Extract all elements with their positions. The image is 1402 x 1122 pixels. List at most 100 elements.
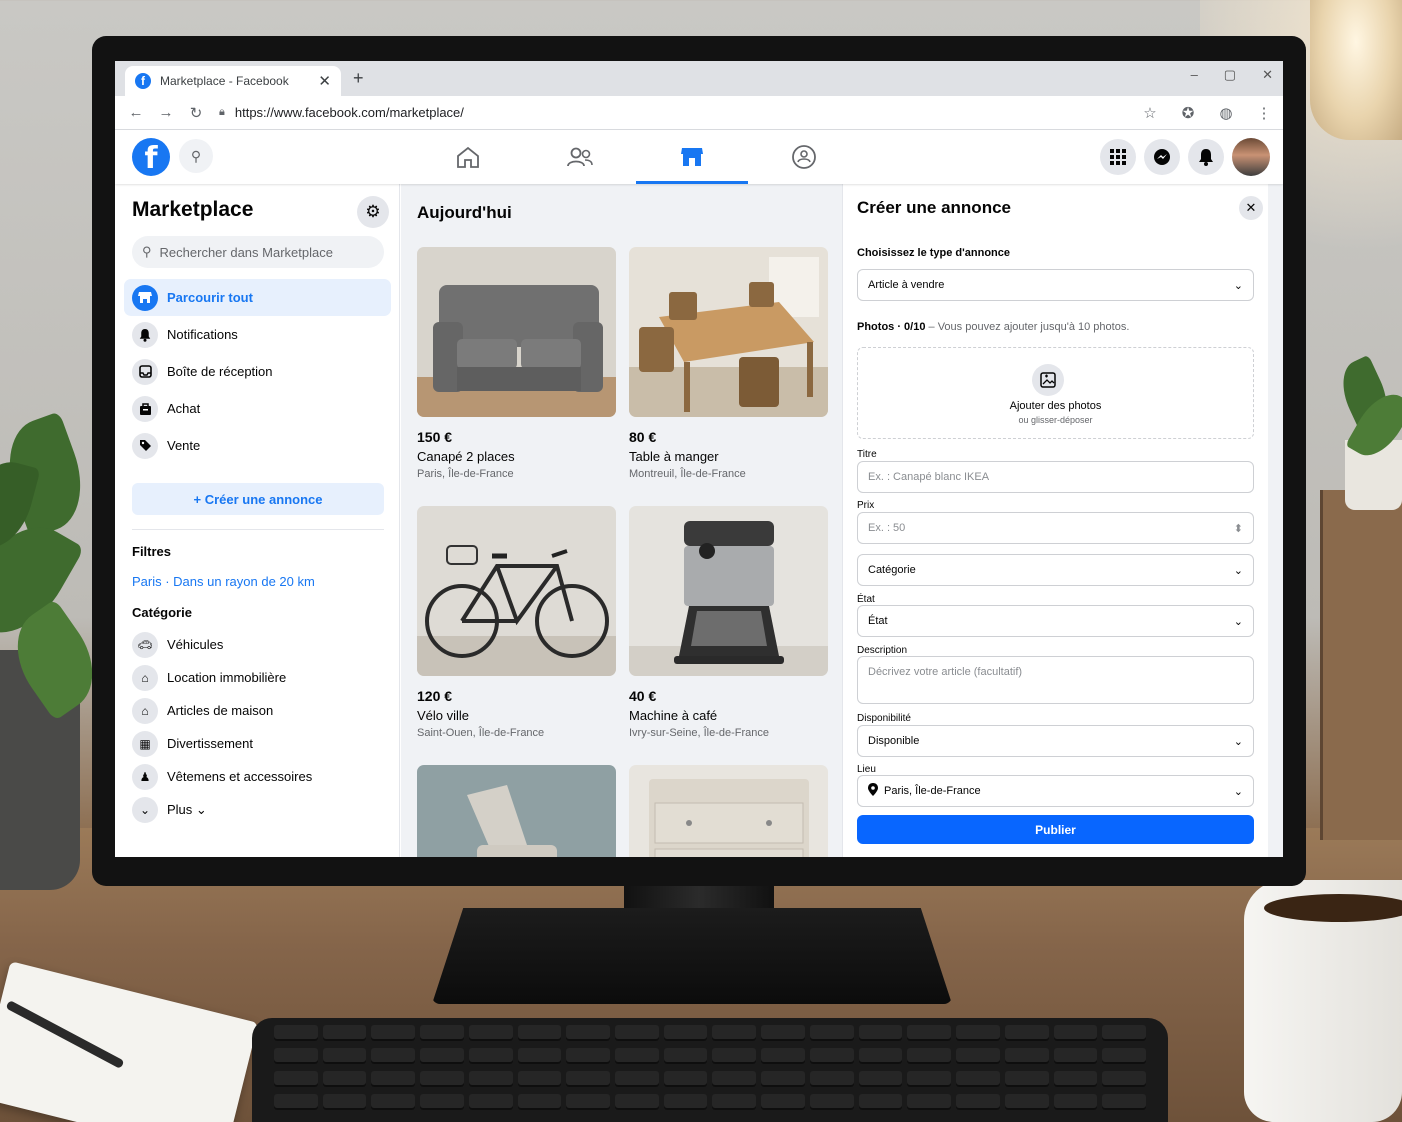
gear-icon[interactable]: ⚙ (357, 196, 389, 228)
listing-type-select[interactable]: Article à vendre ⌄ (857, 269, 1254, 301)
price-input[interactable]: Ex. : 50 ⬍ (857, 512, 1254, 544)
marketplace-sidebar: Marketplace ⚙ ⚲ Rechercher dans Marketpl… (115, 184, 400, 857)
new-tab-button[interactable]: + (353, 68, 364, 89)
listing-card[interactable]: 40 € Machine à café Ivry-sur-Seine, Île-… (629, 506, 828, 739)
friends-icon[interactable] (524, 130, 636, 184)
chair-image (417, 765, 616, 857)
listing-location: Paris, Île-de-France (417, 468, 514, 480)
category-heading: Catégorie (132, 605, 192, 620)
listing-price: 150 € (417, 429, 453, 445)
publish-button[interactable]: Publier (857, 815, 1254, 844)
listing-location: Saint-Ouen, Île-de-France (417, 727, 545, 739)
tab-close-icon[interactable]: ✕ (318, 72, 331, 90)
sidebar-item-browse-all[interactable]: Parcourir tout (124, 279, 391, 316)
bell-icon[interactable] (1188, 139, 1224, 175)
marketplace-search-input[interactable]: ⚲ Rechercher dans Marketplace (132, 236, 384, 268)
bookmark-star-icon[interactable]: ☆ (1131, 104, 1169, 122)
listing-card[interactable]: 150 € Canapé 2 places Paris, Île-de-Fran… (417, 247, 616, 480)
dropzone-subtitle: ou glisser-déposer (1018, 415, 1093, 425)
category-item-vehicles[interactable]: 🚗︎ Véhicules (132, 628, 384, 661)
chevron-down-icon: ⌄ (1233, 564, 1243, 577)
url-field[interactable]: 🔒︎ https://www.facebook.com/marketplace/ (219, 105, 1131, 120)
extensions-icon[interactable]: ✪ (1169, 104, 1207, 122)
create-listing-button[interactable]: + Créer une annonce (132, 483, 384, 515)
state-select[interactable]: État ⌄ (857, 605, 1254, 637)
inbox-icon (132, 358, 158, 385)
listing-card[interactable] (629, 765, 828, 857)
select-value: État (868, 615, 888, 627)
category-item-more[interactable]: ⌄ Plus ⌄ (132, 793, 384, 826)
back-arrow-icon[interactable]: ← (121, 104, 151, 121)
tab-strip: f Marketplace - Facebook ✕ + – ▢ ✕ (115, 61, 1283, 96)
profile-icon[interactable]: ◍ (1207, 104, 1245, 122)
category-item-clothing[interactable]: ♟ Vêtemens et accessoires (132, 760, 384, 793)
photo-dropzone[interactable]: Ajouter des photos ou glisser-déposer (857, 347, 1254, 439)
listing-title: Canapé 2 places (417, 449, 515, 464)
coffee-machine-image (629, 506, 828, 676)
dining-table-image (629, 247, 828, 417)
category-label: Location immobilière (167, 670, 287, 685)
lock-icon: 🔒︎ (219, 106, 225, 118)
facebook-favicon-icon: f (135, 73, 151, 89)
groups-icon[interactable] (748, 130, 860, 184)
listing-card[interactable]: 120 € Vélo ville Saint-Ouen, Île-de-Fran… (417, 506, 616, 739)
facebook-logo[interactable]: f (132, 138, 170, 176)
sidebar-title: Marketplace (132, 198, 254, 221)
maximize-icon[interactable]: ▢ (1224, 67, 1236, 83)
home-icon[interactable] (412, 130, 524, 184)
location-filter-link[interactable]: Paris · Dans un rayon de 20 km (132, 574, 315, 589)
state-label: État (857, 594, 875, 605)
house-icon: ⌂ (132, 664, 158, 691)
chevron-down-icon: ⌄ (1233, 615, 1243, 628)
category-select[interactable]: Catégorie ⌄ (857, 554, 1254, 586)
title-input[interactable]: Ex. : Canapé blanc IKEA (857, 461, 1254, 493)
sidebar-item-notifications[interactable]: Notifications (124, 316, 391, 353)
listing-title: Vélo ville (417, 708, 470, 723)
forward-arrow-icon[interactable]: → (151, 104, 181, 121)
availability-label: Disponibilité (857, 713, 911, 724)
dresser-image (629, 765, 828, 857)
stepper-icon: ⬍ (1233, 522, 1243, 535)
pin-icon (868, 783, 878, 799)
scrollbar[interactable] (1268, 184, 1283, 857)
url-text: https://www.facebook.com/marketplace/ (234, 105, 464, 120)
listing-card[interactable] (417, 765, 616, 857)
address-bar: ← → ↻ 🔒︎ https://www.facebook.com/market… (115, 96, 1283, 130)
feed-heading: Aujourd'hui (417, 203, 512, 222)
messenger-icon[interactable] (1144, 139, 1180, 175)
search-icon[interactable]: ⚲ (179, 139, 213, 173)
window-close-icon[interactable]: ✕ (1262, 67, 1273, 83)
close-icon[interactable]: ✕ (1239, 196, 1263, 220)
sidebar-item-label: Parcourir tout (167, 290, 253, 305)
marketplace-icon[interactable] (636, 130, 748, 184)
avatar[interactable] (1232, 138, 1270, 176)
browser-menu-icon[interactable]: ⋮ (1245, 104, 1283, 122)
gamepad-icon: ▦ (132, 730, 158, 757)
sidebar-item-buying[interactable]: Achat (124, 390, 391, 427)
category-item-home-goods[interactable]: ⌂ Articles de maison (132, 694, 384, 727)
plant-right (1330, 330, 1402, 530)
listing-location: Montreuil, Île-de-France (629, 468, 746, 480)
description-label: Description (857, 645, 908, 656)
category-item-rentals[interactable]: ⌂ Location immobilière (132, 661, 384, 694)
location-select[interactable]: Paris, Île-de-France ⌄ (857, 775, 1254, 807)
minimize-icon[interactable]: – (1191, 67, 1198, 83)
listing-price: 80 € (629, 429, 657, 445)
browser-tab[interactable]: f Marketplace - Facebook ✕ (125, 66, 341, 96)
sidebar-item-inbox[interactable]: Boîte de réception (124, 353, 391, 390)
select-value: Catégorie (868, 564, 916, 576)
search-placeholder: Rechercher dans Marketplace (159, 244, 333, 260)
window-controls: – ▢ ✕ (1191, 67, 1273, 83)
reload-icon[interactable]: ↻ (181, 104, 211, 122)
bell-icon (132, 321, 158, 348)
availability-select[interactable]: Disponible ⌄ (857, 725, 1254, 757)
menu-grid-icon[interactable] (1100, 139, 1136, 175)
description-textarea[interactable]: Décrivez votre article (facultatif) (857, 656, 1254, 704)
sidebar-item-selling[interactable]: Vente (124, 427, 391, 464)
shirt-icon: ♟ (132, 763, 158, 790)
storefront-icon (132, 284, 158, 311)
listing-card[interactable]: 80 € Table à manger Montreuil, Île-de-Fr… (629, 247, 828, 480)
dropzone-title: Ajouter des photos (1009, 400, 1102, 412)
category-item-entertainment[interactable]: ▦ Divertissement (132, 727, 384, 760)
select-value: Disponible (868, 735, 920, 747)
